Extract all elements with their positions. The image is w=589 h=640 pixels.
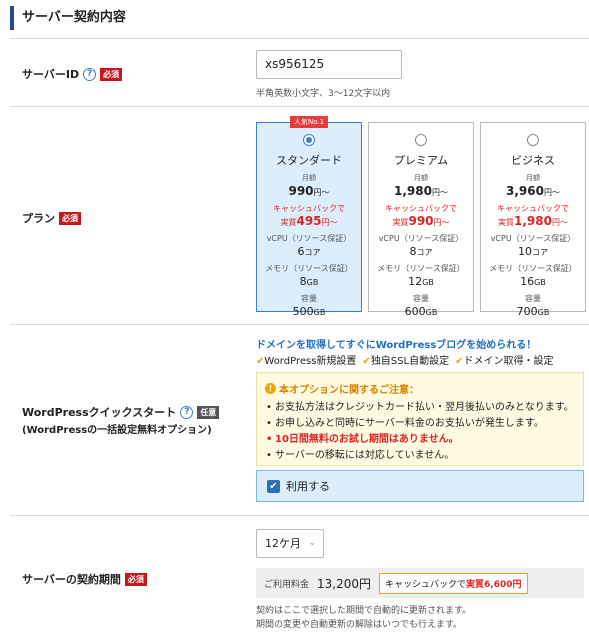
checkbox-checked-icon[interactable]: ✔ [267, 479, 280, 493]
server-id-label: サーバーID ? 必須 [22, 66, 123, 82]
cpu-label: vCPU（リソース保証） [490, 234, 576, 243]
divider [10, 38, 589, 39]
wordpress-headline: ドメインを取得してすぐにWordPressブログを始められる！ [256, 340, 537, 351]
cpu-value: 10コア [518, 245, 548, 258]
contract-label: サーバーの契約期間 必須 [22, 571, 147, 587]
real-price: 実質495円〜 [280, 214, 338, 228]
server-id-label-text: サーバーID [22, 68, 80, 81]
required-badge: 必須 [124, 572, 147, 586]
use-option-toggle[interactable]: ✔ 利用する [256, 470, 584, 502]
cpu-value: 6コア [297, 245, 321, 258]
plan-label: プラン 必須 [22, 210, 81, 226]
disk-label: 容量 [301, 294, 317, 303]
cashback-badge: キャッシュバックで実質6,600円 [379, 572, 528, 594]
contract-label-text: サーバーの契約期間 [22, 573, 121, 586]
plan-label-text: プラン [22, 212, 55, 225]
plan-card-standard[interactable]: 人気No.1 スタンダード 月額 990円〜 キャッシュバックで 実質495円〜… [256, 116, 362, 318]
feature-item: ✔独自SSL自動設定 [362, 356, 450, 367]
optional-badge: 任意 [197, 405, 220, 419]
notice-box: !本オプションに関するご注意： お支払方法はクレジットカード払い・翌月後払いのみ… [256, 372, 584, 466]
divider [10, 324, 589, 325]
wordpress-sublabel: (WordPressの一括設定無料オプション) [22, 425, 212, 436]
memory-value: 12GB [408, 275, 434, 288]
cpu-value: 8コア [409, 245, 433, 258]
chevron-down-icon: ⌄ [308, 538, 316, 548]
server-id-hint: 半角英数小文字、3〜12文字以内 [256, 89, 391, 99]
plan-price: 1,980円〜 [394, 184, 448, 198]
cpu-label: vCPU（リソース保証） [378, 234, 464, 243]
plan-card-premium[interactable]: プレミアム 月額 1,980円〜 キャッシュバックで 実質990円〜 vCPU（… [368, 122, 474, 318]
fee-value: 13,200円 [317, 576, 372, 591]
monthly-label: 月額 [526, 174, 540, 182]
check-icon: ✔ [362, 356, 371, 367]
wordpress-label: WordPressクイックスタート ? 任意 [22, 404, 220, 420]
plan-radio[interactable] [527, 134, 539, 146]
real-price: 実質1,980円〜 [498, 214, 568, 228]
use-option-label: 利用する [286, 480, 330, 493]
cashback-label: キャッシュバックで [273, 204, 345, 213]
notice-item: お申し込みと同時にサーバー料金のお支払いが発生します。 [265, 416, 575, 432]
fee-bar: ご利用料金 13,200円 キャッシュバックで実質6,600円 [256, 568, 584, 598]
notice-list: お支払方法はクレジットカード払い・翌月後払いのみとなります。 お申し込みと同時に… [265, 400, 575, 464]
notice-item: お支払方法はクレジットカード払い・翌月後払いのみとなります。 [265, 400, 575, 416]
required-badge: 必須 [59, 211, 81, 225]
disk-label: 容量 [525, 294, 541, 303]
wordpress-label-text: WordPressクイックスタート [22, 406, 177, 419]
disk-value: 600GB [404, 305, 438, 318]
feature-item: ✔ドメイン取得・設定 [455, 356, 554, 367]
memory-value: 16GB [520, 275, 546, 288]
cpu-label: vCPU（リソース保証） [266, 234, 352, 243]
notice-item: 10日間無料のお試し期間はありません。 [265, 432, 575, 448]
disk-value: 700GB [516, 305, 550, 318]
plan-name: プレミアム [393, 154, 449, 167]
plan-card-business[interactable]: ビジネス 月額 3,960円〜 キャッシュバックで 実質1,980円〜 vCPU… [480, 122, 586, 318]
popular-badge: 人気No.1 [289, 116, 329, 128]
monthly-label: 月額 [414, 174, 428, 182]
disk-label: 容量 [413, 294, 429, 303]
notice-item: サーバーの移転には対応していません。 [265, 448, 575, 464]
monthly-label: 月額 [302, 174, 316, 182]
warning-icon: ! [265, 383, 276, 394]
feature-item: ✔WordPress新規設置 [256, 356, 357, 367]
notice-title: ! 本オプションに関するご注意： [265, 381, 575, 396]
contract-period-select[interactable]: 12ケ月 ⌄ [256, 529, 324, 558]
section-title: サーバー契約内容 [10, 6, 589, 30]
plan-radio[interactable] [415, 134, 427, 146]
divider [10, 106, 589, 107]
plan-radio[interactable] [303, 134, 315, 146]
renewal-note: 契約はここで選択した期間で自動的に更新されます。 期間の変更や自動更新の解除はい… [256, 606, 472, 630]
divider [10, 515, 589, 516]
wordpress-features: ✔WordPress新規設置 ✔独自SSL自動設定 ✔ドメイン取得・設定 [256, 352, 553, 367]
fee-label: ご利用料金 [264, 579, 310, 590]
disk-value: 500GB [292, 305, 326, 318]
memory-value: 8GB [299, 275, 319, 288]
cashback-label: キャッシュバックで [497, 204, 569, 213]
memory-label: メモリ（リソース保証） [489, 264, 577, 273]
real-price: 実質990円〜 [392, 214, 450, 228]
memory-label: メモリ（リソース保証） [265, 264, 353, 273]
memory-label: メモリ（リソース保証） [377, 264, 465, 273]
plan-price: 3,960円〜 [506, 184, 560, 198]
plan-price: 990円〜 [288, 184, 330, 198]
contract-period-value: 12ケ月 [265, 537, 301, 550]
required-badge: 必須 [100, 67, 123, 81]
help-icon[interactable]: ? [180, 405, 194, 419]
plan-name: ビジネス [511, 154, 555, 167]
server-id-input[interactable]: xs956125 [256, 50, 402, 79]
help-icon[interactable]: ? [83, 67, 97, 81]
plan-name: スタンダード [276, 154, 342, 167]
cashback-label: キャッシュバックで [385, 204, 457, 213]
